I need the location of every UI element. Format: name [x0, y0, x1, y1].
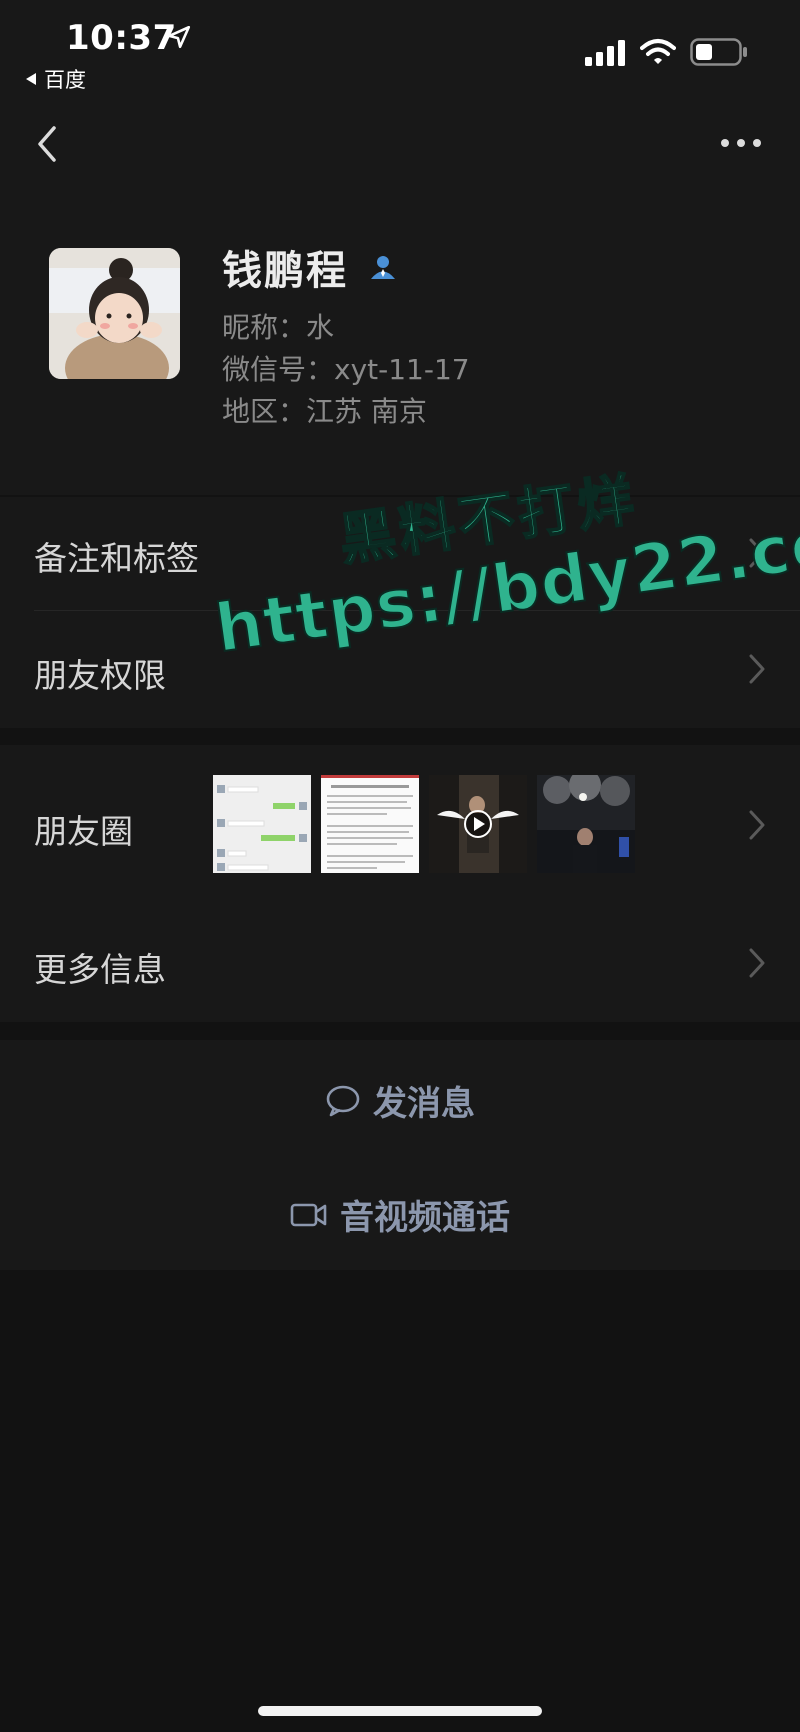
home-indicator[interactable]: [258, 1706, 542, 1716]
location-arrow-icon: [167, 25, 191, 49]
chevron-right-icon: [749, 948, 765, 978]
moments-thumbnail[interactable]: [537, 775, 635, 873]
back-app-label: 百度: [44, 68, 86, 92]
status-bar: 10:37 百度: [0, 0, 800, 100]
chevron-right-icon: [749, 810, 765, 840]
send-message-button[interactable]: 发消息: [0, 1076, 800, 1125]
nav-bar: [0, 100, 800, 190]
user-icon: [371, 256, 395, 279]
more-info-label: 更多信息: [34, 950, 166, 989]
profile-name: 钱鹏程: [222, 248, 348, 294]
chat-bubble-icon: [326, 1085, 360, 1116]
chevron-left-icon[interactable]: [30, 122, 70, 166]
video-call-button[interactable]: 音视频通话: [0, 1190, 800, 1239]
wechat-id-text: 微信号：xyt-11-17: [222, 353, 470, 386]
moments-label: 朋友圈: [34, 812, 133, 851]
wifi-icon: [640, 39, 676, 64]
moments-thumbnail[interactable]: [429, 775, 527, 873]
back-triangle-icon: [26, 73, 36, 85]
remarks-tags-label: 备注和标签: [34, 539, 199, 578]
status-time: 10:37: [66, 18, 177, 58]
send-message-label: 发消息: [373, 1084, 475, 1124]
more-info-row[interactable]: 更多信息: [0, 905, 800, 1022]
chevron-right-icon: [749, 654, 765, 684]
moments-thumbnails: [213, 775, 635, 873]
region-text: 地区：江苏 南京: [222, 395, 427, 428]
cellular-signal-icon: [585, 40, 625, 66]
contact-actions: 发消息 音视频通话: [0, 1040, 800, 1270]
battery-icon: [690, 38, 747, 66]
video-camera-icon: [290, 1203, 327, 1226]
moments-row[interactable]: 朋友圈: [0, 745, 800, 905]
video-call-label: 音视频通话: [340, 1198, 510, 1238]
more-dots-icon[interactable]: [716, 128, 766, 158]
moments-thumbnail[interactable]: [213, 775, 311, 873]
moments-thumbnail[interactable]: [321, 775, 419, 873]
avatar[interactable]: [49, 248, 180, 379]
friend-permissions-label: 朋友权限: [34, 656, 166, 695]
nickname-text: 昵称：水: [222, 311, 335, 344]
back-to-app-link[interactable]: 百度: [26, 64, 86, 94]
